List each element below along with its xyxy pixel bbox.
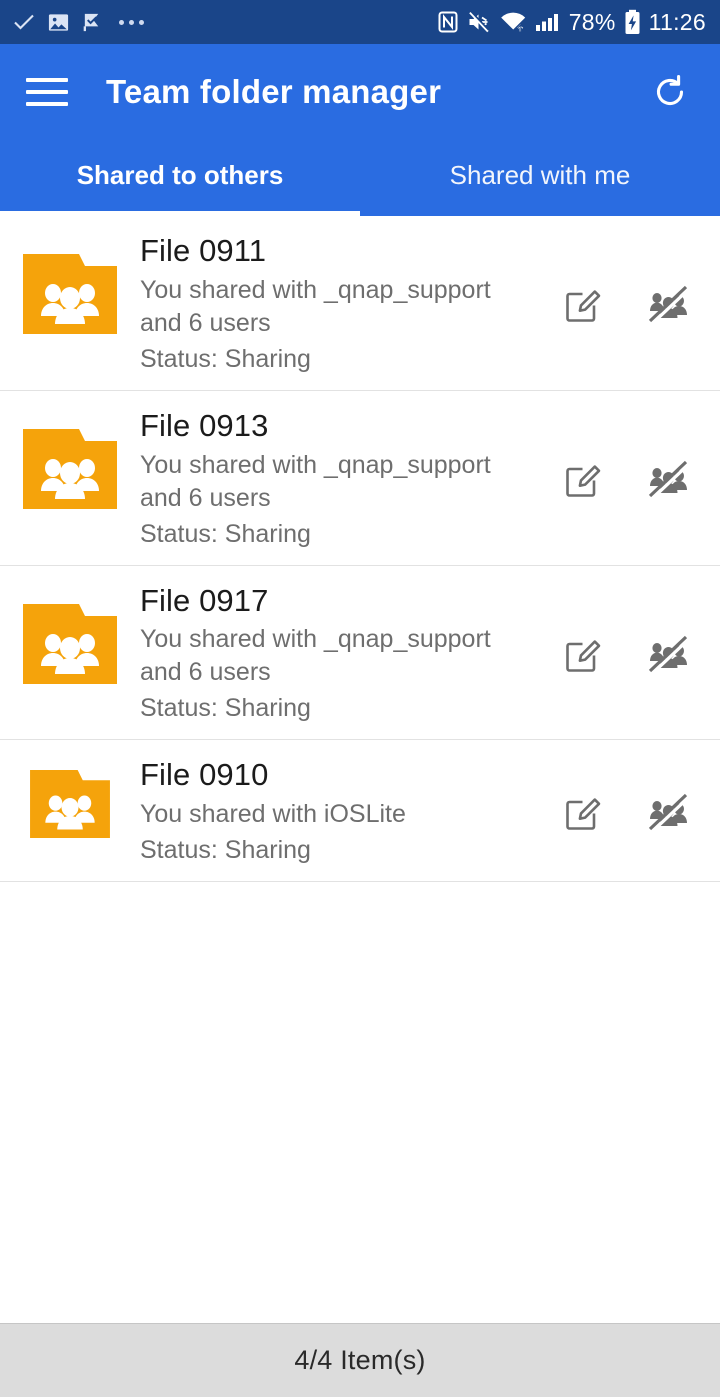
tab-bar: Shared to others Shared with me [0,140,720,216]
page-title: Team folder manager [106,73,442,110]
row-title: File 0911 [140,233,267,268]
row-title: File 0917 [140,582,269,618]
tab-shared-with-me[interactable]: Shared with me [360,140,720,216]
status-bar-right-icons: 78% 11:26 [437,9,706,36]
row-shared-with: You shared with _qnap_support and 6 user… [140,450,491,512]
edit-pencil-square-icon[interactable] [556,451,612,507]
refresh-icon[interactable] [642,64,698,120]
row-actions [542,626,720,682]
overflow-dots-icon [119,19,144,25]
battery-percent-label: 78% [568,8,616,35]
status-badge: Status: Sharing [140,836,311,865]
flag-icon [81,11,104,34]
row-text-block: File 0910 You shared with iOSLite Status… [140,756,542,867]
shared-folder-list: File 0911 You shared with _qnap_support … [0,216,720,1323]
row-title: File 0910 [140,757,269,793]
edit-pencil-square-icon[interactable] [556,626,612,682]
table-row[interactable]: File 0911 You shared with _qnap_support … [0,216,720,391]
tab-shared-with-me-label: Shared with me [449,159,631,190]
row-actions [542,276,720,332]
status-badge: Status: Sharing [140,344,311,373]
status-bar: 78% 11:26 [0,0,720,44]
shared-folder-icon [0,232,140,334]
edit-pencil-square-icon[interactable] [556,276,612,332]
status-bar-left-icons [12,10,144,34]
item-count-label: 4/4 Item(s) [294,1345,426,1375]
tab-shared-to-others[interactable]: Shared to others [0,140,360,216]
row-title: File 0913 [140,407,269,443]
cellular-signal-icon [535,10,561,34]
battery-charging-icon [624,9,641,35]
row-shared-with: You shared with _qnap_support and 6 user… [140,275,491,337]
stop-sharing-people-slash-icon[interactable] [640,626,696,682]
shared-folder-icon [0,407,140,509]
wifi-icon [500,10,527,34]
edit-pencil-square-icon[interactable] [556,784,612,840]
footer-bar: 4/4 Item(s) [0,1323,720,1397]
status-badge: Status: Sharing [140,519,311,548]
row-text-block: File 0917 You shared with _qnap_support … [140,582,542,726]
row-shared-with: You shared with _qnap_support and 6 user… [140,625,491,687]
stop-sharing-people-slash-icon[interactable] [640,784,696,840]
app-root: 78% 11:26 Team folder manager Shared to … [0,0,720,1397]
row-actions [542,784,720,840]
stop-sharing-people-slash-icon[interactable] [640,451,696,507]
table-row[interactable]: File 0917 You shared with _qnap_support … [0,565,720,741]
image-icon [47,11,70,34]
table-row[interactable]: File 0910 You shared with iOSLite Status… [0,740,720,883]
table-row[interactable]: File 0913 You shared with _qnap_support … [0,390,720,566]
row-text-block: File 0911 You shared with _qnap_support … [140,232,542,376]
shared-folder-icon [0,582,140,684]
volume-mute-icon [467,10,492,34]
tab-shared-to-others-label: Shared to others [76,159,284,190]
hamburger-menu-icon[interactable] [26,68,74,116]
row-actions [542,451,720,507]
nfc-icon [437,10,459,34]
clock-label: 11:26 [648,8,706,35]
check-icon [12,10,36,34]
shared-folder-icon [0,756,140,839]
row-text-block: File 0913 You shared with _qnap_support … [140,407,542,551]
status-badge: Status: Sharing [140,694,311,723]
row-shared-with: You shared with iOSLite [140,800,406,829]
stop-sharing-people-slash-icon[interactable] [640,276,696,332]
app-bar: Team folder manager [0,44,720,140]
